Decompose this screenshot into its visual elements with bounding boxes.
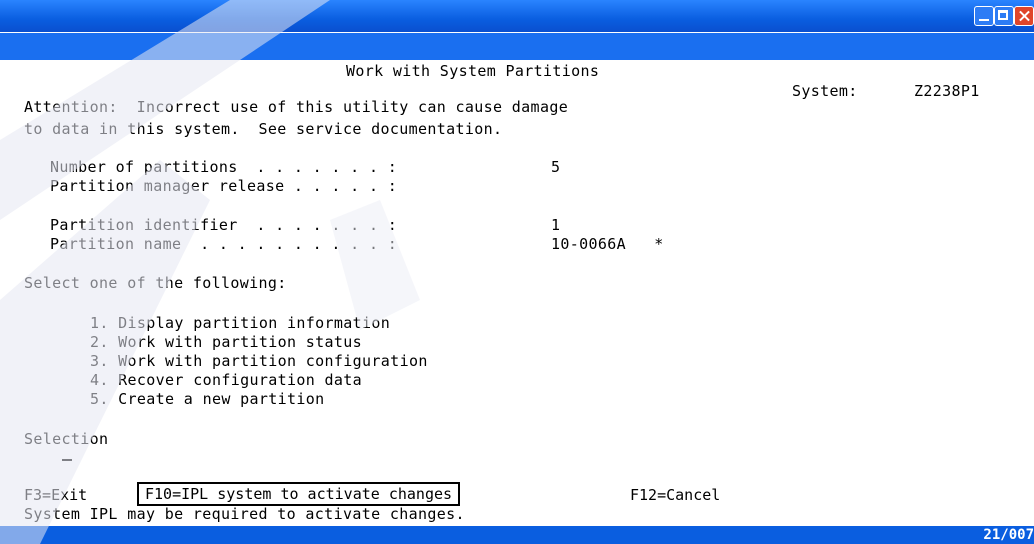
cursor-underscore: [62, 459, 72, 461]
field-value-partition-id: 1: [551, 216, 561, 234]
menu-option-3[interactable]: 3. Work with partition configuration: [90, 352, 428, 370]
menu-option-4[interactable]: 4. Recover configuration data: [90, 371, 362, 389]
cursor-position: 21/007: [983, 527, 1034, 543]
menu-option-5[interactable]: 5. Create a new partition: [90, 390, 325, 408]
field-label-partitions: Number of partitions . . . . . . . :: [50, 158, 398, 176]
f3-exit-key[interactable]: F3=Exit: [24, 486, 87, 504]
select-prompt: Select one of the following:: [24, 274, 287, 292]
status-message: System IPL may be required to activate c…: [24, 505, 465, 523]
minimize-icon[interactable]: [974, 6, 994, 26]
f10-ipl-key[interactable]: F10=IPL system to activate changes: [137, 482, 461, 506]
field-label-partition-name: Partition name . . . . . . . . . . :: [50, 235, 398, 253]
toolbar-strip: [0, 32, 1034, 61]
field-label-partition-id: Partition identifier . . . . . . . :: [50, 216, 398, 234]
selection-label: Selection: [24, 430, 109, 448]
title-bar[interactable]: [0, 0, 1034, 32]
close-icon[interactable]: [1014, 6, 1034, 26]
status-bar: 21/007: [0, 526, 1034, 544]
field-label-manager-release: Partition manager release . . . . . :: [50, 177, 398, 195]
menu-option-1[interactable]: 1. Display partition information: [90, 314, 390, 332]
page-title: Work with System Partitions: [346, 62, 600, 80]
system-label: System:: [792, 82, 858, 100]
emulator-window: Work with System Partitions System: Z223…: [0, 0, 1034, 544]
attention-line-2: to data in this system. See service docu…: [24, 120, 503, 138]
attention-line-1: Attention: Incorrect use of this utility…: [24, 98, 569, 116]
menu-option-2[interactable]: 2. Work with partition status: [90, 333, 362, 351]
field-value-partition-name: 10-0066A *: [551, 235, 664, 253]
f12-cancel-key[interactable]: F12=Cancel: [630, 486, 720, 504]
system-name: Z2238P1: [914, 82, 980, 100]
field-value-partitions: 5: [551, 158, 561, 176]
maximize-icon[interactable]: [994, 6, 1014, 26]
